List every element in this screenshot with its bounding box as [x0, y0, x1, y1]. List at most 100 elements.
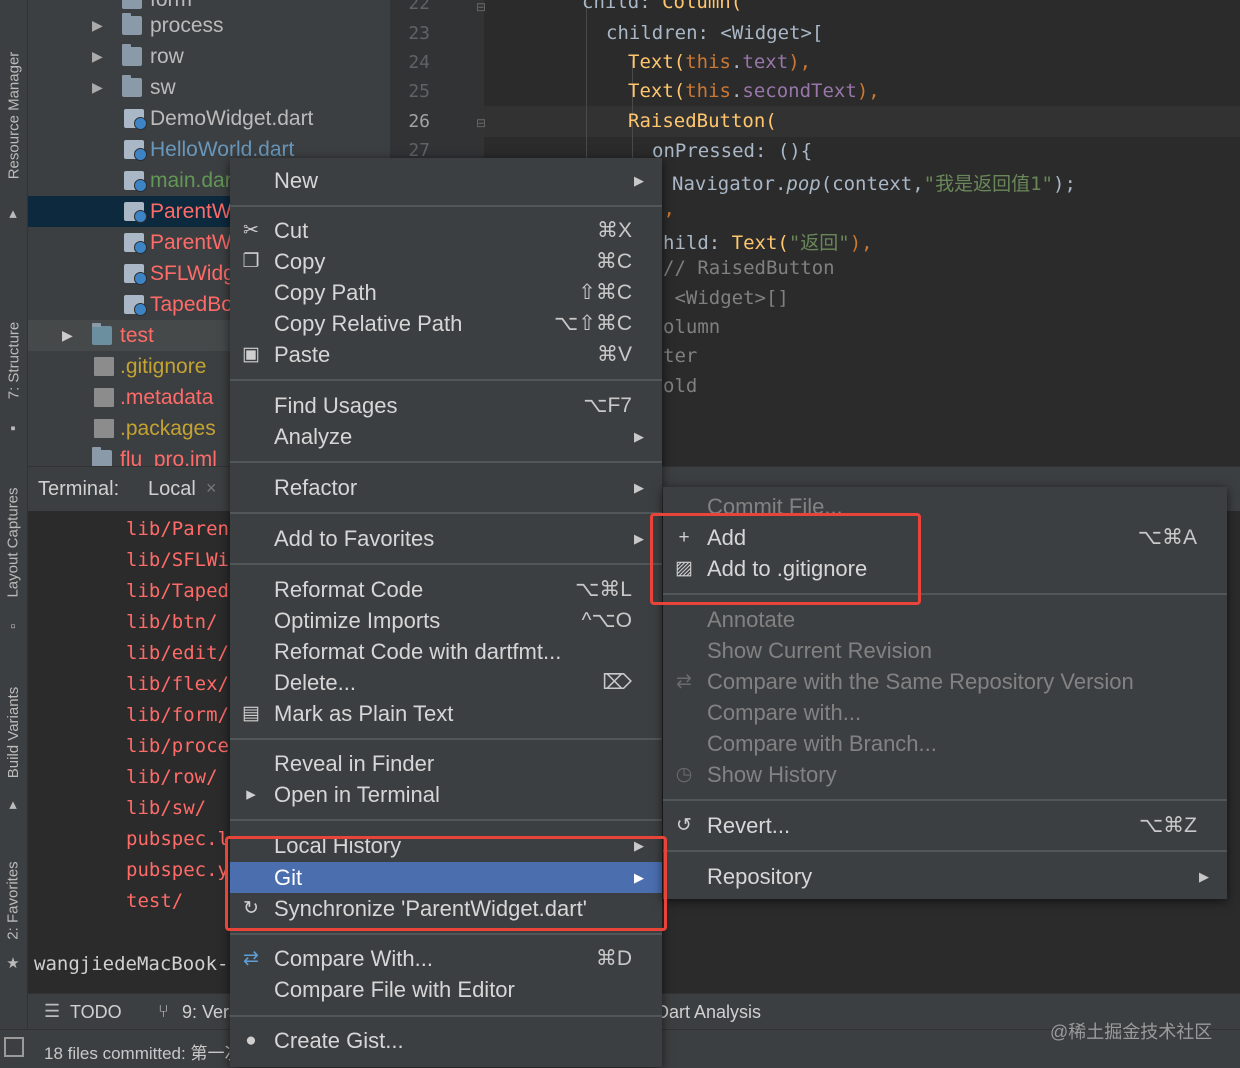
code-line: old [663, 375, 698, 397]
favorites-star-icon: ★ [6, 955, 20, 972]
menu-item-open-in-terminal[interactable]: ▸ Open in Terminal [230, 779, 662, 810]
tool-window-stripe: Resource Manager ▴ 7: Structure ▪ Layout… [0, 0, 28, 1067]
submenu-item-revert[interactable]: ↺ Revert... ⌥⌘Z [663, 810, 1227, 841]
layout-captures-icon: ▫ [10, 618, 16, 635]
menu-item-copy[interactable]: ❐ Copy ⌘C [230, 246, 662, 277]
todo-list-icon: ☰ [44, 1001, 61, 1021]
folder-icon [92, 447, 112, 466]
code-line: // RaisedButton [663, 257, 835, 279]
code-line: child: Column( [582, 0, 743, 13]
current-line-highlight [484, 106, 1240, 137]
code-line: onPressed: (){ [652, 140, 813, 162]
dart-file-icon [124, 202, 147, 223]
gitignore-file-icon [94, 357, 114, 376]
terminal-tab-local[interactable]: Local [148, 478, 196, 501]
menu-item-refactor[interactable]: Refactor ▶ [230, 472, 662, 503]
dart-file-icon [124, 264, 147, 285]
submenu-item-compare-with-branch[interactable]: Compare with Branch... [663, 728, 1227, 759]
terminal-prompt: wangjiedeMacBook- [34, 953, 229, 975]
code-line: Text(this.text), [628, 51, 812, 73]
expand-arrow-icon[interactable]: ▶ [62, 320, 73, 351]
menu-item-delete[interactable]: Delete... ⌦ [230, 667, 662, 698]
tree-item[interactable]: DemoWidget.dart [28, 103, 390, 134]
todo-tab[interactable]: TODO [70, 1002, 122, 1023]
menu-item-optimize-imports[interactable]: Optimize Imports ^⌥O [230, 605, 662, 636]
revert-icon: ↺ [676, 815, 692, 836]
menu-item-copy-relative-path[interactable]: Copy Relative Path ⌥⇧⌘C [230, 308, 662, 339]
menu-item-analyze[interactable]: Analyze ▶ [230, 421, 662, 452]
menu-item-add-to-favorites[interactable]: Add to Favorites ▶ [230, 523, 662, 554]
code-line: Text(this.secondText), [628, 80, 880, 102]
code-line: RaisedButton( [628, 110, 777, 132]
expand-arrow-icon[interactable]: ▶ [92, 72, 103, 103]
dart-file-icon [124, 109, 147, 130]
clock-icon: ◷ [675, 764, 693, 785]
vcs-branch-icon: ⑂ [158, 1001, 169, 1021]
watermark: @稀土掘金技术社区 [1050, 1022, 1213, 1042]
submenu-arrow-icon: ▶ [634, 173, 644, 188]
submenu-arrow-icon: ▶ [634, 480, 644, 495]
plain-text-icon: ▤ [242, 703, 260, 724]
submenu-item-show-current-revision[interactable]: Show Current Revision [663, 635, 1227, 666]
menu-item-cut[interactable]: ✂ Cut ⌘X [230, 215, 662, 246]
terminal-line: lib/flex/ [126, 673, 229, 695]
code-line: Navigator.pop(context,"我是返回值1"); [672, 173, 1076, 195]
build-variants-tab[interactable]: Build Variants [0, 670, 27, 795]
line-number: 25 [408, 81, 430, 102]
layout-captures-tab[interactable]: Layout Captures [0, 470, 27, 615]
terminal-line: test/ [126, 890, 184, 912]
structure-tab[interactable]: 7: Structure [0, 305, 27, 415]
fold-marker-icon[interactable]: ⊟ [476, 0, 486, 14]
submenu-arrow-icon: ▶ [1199, 869, 1209, 884]
code-line: olumn [663, 316, 721, 338]
code-line: <Widget>[] [663, 287, 789, 309]
dart-file-icon [124, 295, 147, 316]
menu-item-reformat-code[interactable]: Reformat Code ⌥⌘L [230, 574, 662, 605]
expand-arrow-icon[interactable]: ▶ [92, 41, 103, 72]
terminal-line: lib/form/ [126, 704, 229, 726]
menu-item-compare-with[interactable]: ⇄ Compare With... ⌘D [230, 943, 662, 974]
tree-item[interactable]: ▶ sw [28, 72, 390, 103]
folder-icon [122, 13, 142, 35]
github-icon: ● [245, 1030, 257, 1051]
dart-analysis-tab[interactable]: Dart Analysis [656, 1002, 761, 1023]
build-variants-icon: ▴ [9, 796, 17, 813]
tree-item[interactable]: ▶ row [28, 41, 390, 72]
submenu-item-repository[interactable]: Repository ▶ [663, 861, 1227, 892]
line-number: 24 [408, 52, 430, 73]
menu-item-reveal-in-finder[interactable]: Reveal in Finder [230, 748, 662, 779]
menu-item-new[interactable]: New ▶ [230, 165, 662, 196]
submenu-item-compare-same-repo[interactable]: ⇄ Compare with the Same Repository Versio… [663, 666, 1227, 697]
folder-icon [122, 0, 142, 9]
code-line: children: <Widget>[ [606, 22, 824, 44]
compare-arrows-icon: ⇄ [676, 671, 692, 692]
test-folder-icon [92, 323, 112, 345]
fold-marker-icon[interactable]: ⊟ [476, 116, 486, 130]
text-file-icon [94, 388, 114, 407]
submenu-item-compare-with[interactable]: Compare with... [663, 697, 1227, 728]
folder-icon [122, 75, 142, 97]
menu-item-mark-as-plain-text[interactable]: ▤ Mark as Plain Text [230, 698, 662, 729]
line-number: 26 [408, 111, 430, 132]
submenu-arrow-icon: ▶ [634, 531, 644, 546]
menu-item-find-usages[interactable]: Find Usages ⌥F7 [230, 390, 662, 421]
expand-arrow-icon[interactable]: ▶ [92, 10, 103, 41]
dart-file-icon [124, 140, 147, 161]
terminal-line: lib/sw/ [126, 797, 207, 819]
submenu-item-annotate[interactable]: Annotate [663, 604, 1227, 635]
resource-manager-tab[interactable]: Resource Manager [0, 30, 27, 200]
terminal-line: lib/row/ [126, 766, 218, 788]
submenu-item-show-history[interactable]: ◷ Show History [663, 759, 1227, 790]
menu-item-copy-path[interactable]: Copy Path ⇧⌘C [230, 277, 662, 308]
tree-item[interactable]: ▶ process [28, 10, 390, 41]
menu-item-paste[interactable]: ▣ Paste ⌘V [230, 339, 662, 370]
menu-item-compare-file-with-editor[interactable]: Compare File with Editor [230, 974, 662, 1005]
menu-item-reformat-dartfmt[interactable]: Reformat Code with dartfmt... [230, 636, 662, 667]
favorites-tab[interactable]: 2: Favorites [0, 850, 27, 950]
layout-toggle-icon[interactable] [4, 1037, 24, 1057]
line-number: 23 [408, 23, 430, 44]
close-icon[interactable]: × [206, 478, 217, 499]
terminal-label: Terminal: [38, 478, 120, 500]
clipboard-icon: ▣ [242, 344, 260, 365]
menu-item-create-gist[interactable]: ● Create Gist... [230, 1025, 662, 1056]
